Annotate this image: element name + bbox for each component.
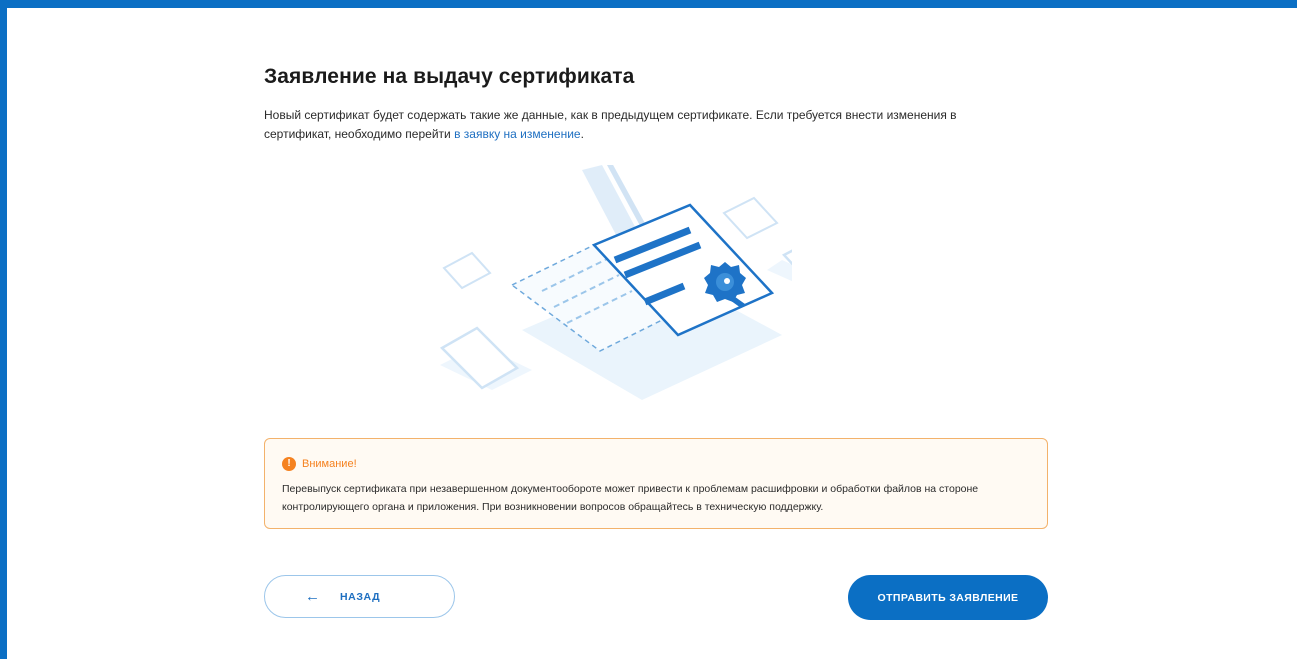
left-frame-border [0, 0, 7, 659]
alert-title: Внимание! [302, 458, 357, 470]
exclamation-icon: ! [282, 457, 296, 471]
top-frame-border [0, 0, 1297, 8]
submit-button-label: ОТПРАВИТЬ ЗАЯВЛЕНИЕ [877, 591, 1019, 604]
back-button[interactable]: ← НАЗАД [264, 575, 455, 618]
intro-text-body: Новый сертификат будет содержать такие ж… [264, 108, 957, 141]
alert-header: ! Внимание! [282, 455, 1031, 473]
back-button-label: НАЗАД [340, 590, 381, 603]
intro-text: Новый сертификат будет содержать такие ж… [264, 106, 1024, 144]
alert-body: Перевыпуск сертификата при незавершенном… [282, 483, 979, 513]
certificate-svg [439, 163, 865, 400]
warning-alert: ! Внимание! Перевыпуск сертификата при н… [264, 438, 1048, 529]
submit-application-button[interactable]: ОТПРАВИТЬ ЗАЯВЛЕНИЕ [848, 575, 1048, 620]
main-content: Заявление на выдачу сертификата Новый се… [264, 60, 1048, 620]
certificate-illustration [432, 163, 865, 415]
page-title: Заявление на выдачу сертификата [264, 65, 635, 88]
intro-text-end: . [580, 127, 584, 141]
arrow-left-icon: ← [305, 588, 320, 605]
change-request-link[interactable]: в заявку на изменение [454, 127, 581, 141]
